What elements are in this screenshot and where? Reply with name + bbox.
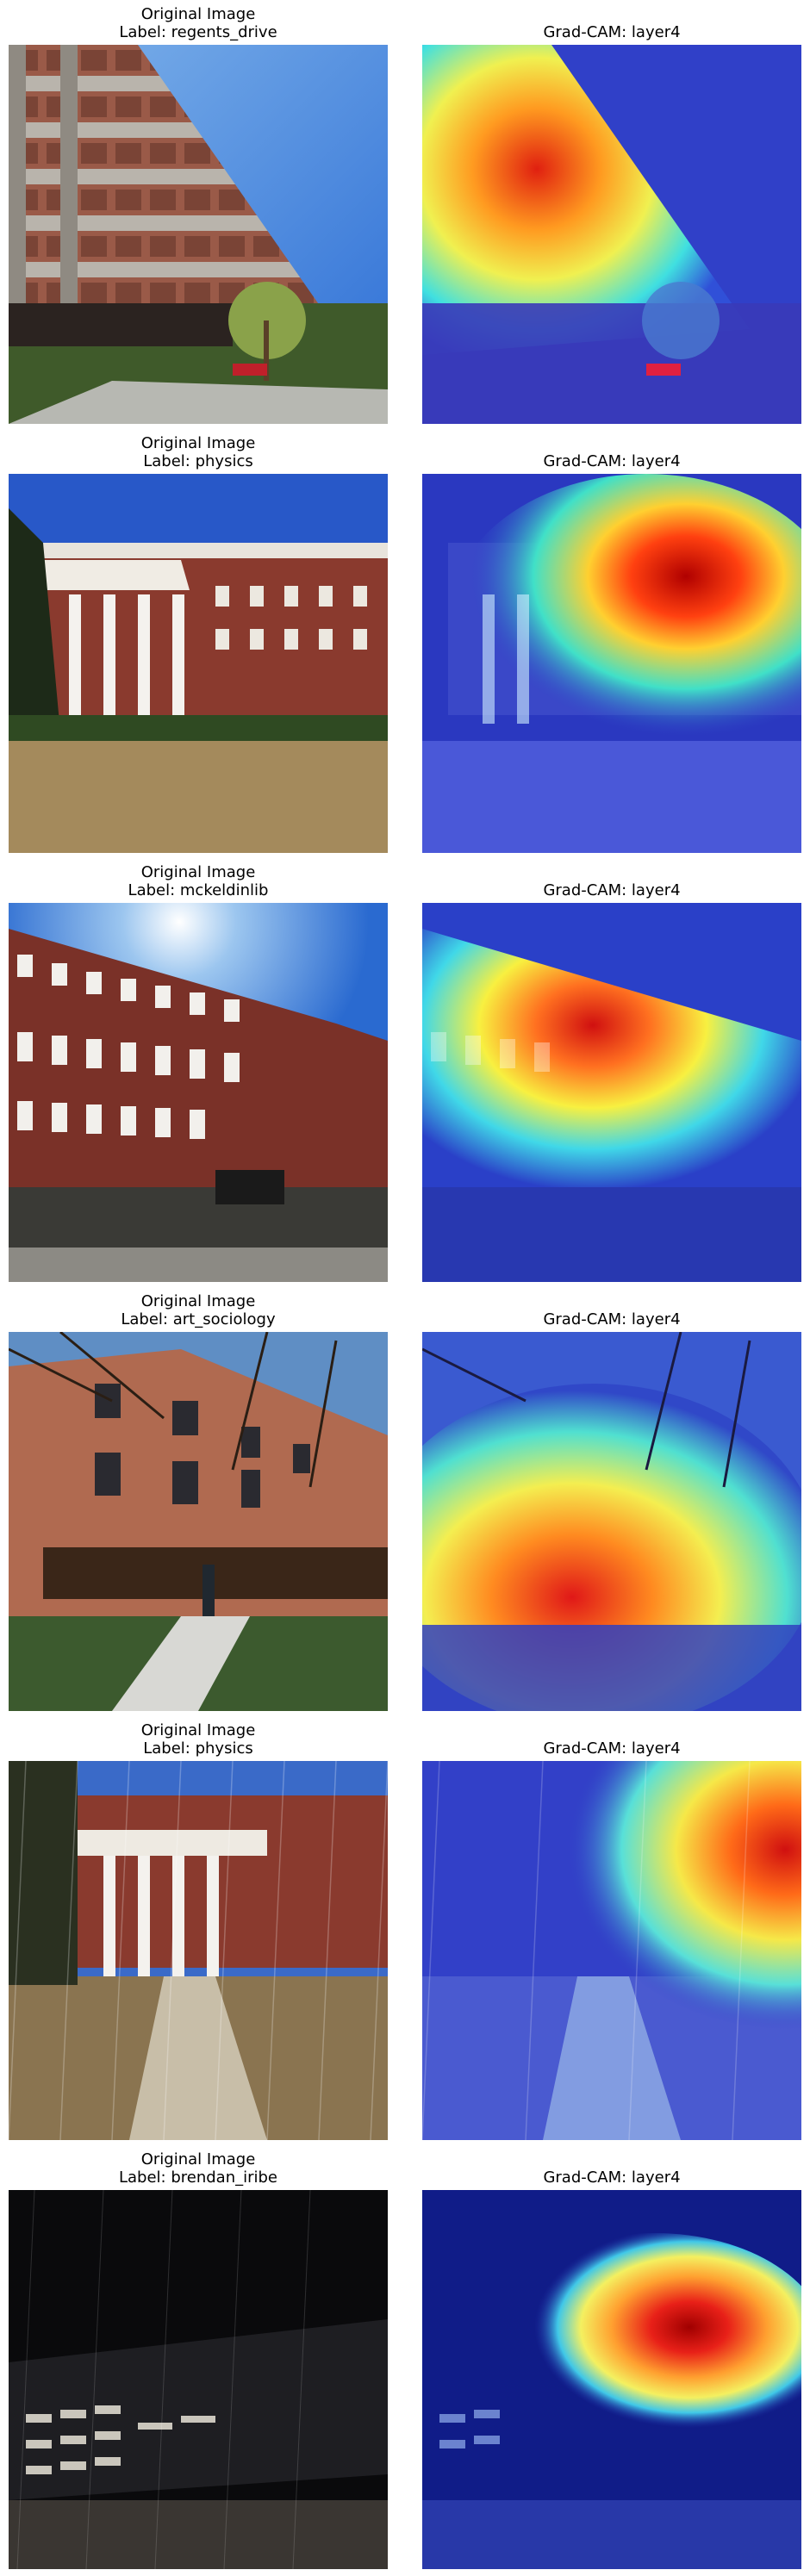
original-image	[9, 45, 388, 424]
original-title: Original Image	[140, 5, 256, 23]
gradcam-title: Grad-CAM: layer4	[543, 1739, 681, 1758]
original-title: Original Image	[140, 863, 256, 881]
original-title: Original Image	[140, 1292, 256, 1310]
image-label: Label: regents_drive	[119, 23, 277, 41]
gradcam-title: Grad-CAM: layer4	[543, 1310, 681, 1328]
original-image	[9, 1332, 388, 1711]
original-image	[9, 903, 388, 1282]
image-label: Label: physics	[143, 452, 253, 470]
gradcam-image	[422, 474, 801, 853]
gradcam-image	[422, 903, 801, 1282]
original-image	[9, 2190, 388, 2569]
gradcam-image	[422, 45, 801, 424]
image-label: Label: physics	[143, 1739, 253, 1758]
gradcam-image	[422, 2190, 801, 2569]
gradcam-image	[422, 1761, 801, 2140]
image-label: Label: art_sociology	[121, 1310, 276, 1328]
gradcam-title: Grad-CAM: layer4	[543, 881, 681, 899]
gradcam-image	[422, 1332, 801, 1711]
gradcam-title: Grad-CAM: layer4	[543, 452, 681, 470]
original-image	[9, 1761, 388, 2140]
gradcam-title: Grad-CAM: layer4	[543, 23, 681, 41]
original-title: Original Image	[140, 434, 256, 452]
original-title: Original Image	[140, 1721, 256, 1739]
image-label: Label: brendan_iribe	[118, 2168, 278, 2187]
image-label: Label: mckeldinlib	[128, 881, 269, 899]
original-title: Original Image	[140, 2150, 256, 2168]
original-image	[9, 474, 388, 853]
gradcam-title: Grad-CAM: layer4	[543, 2168, 681, 2187]
